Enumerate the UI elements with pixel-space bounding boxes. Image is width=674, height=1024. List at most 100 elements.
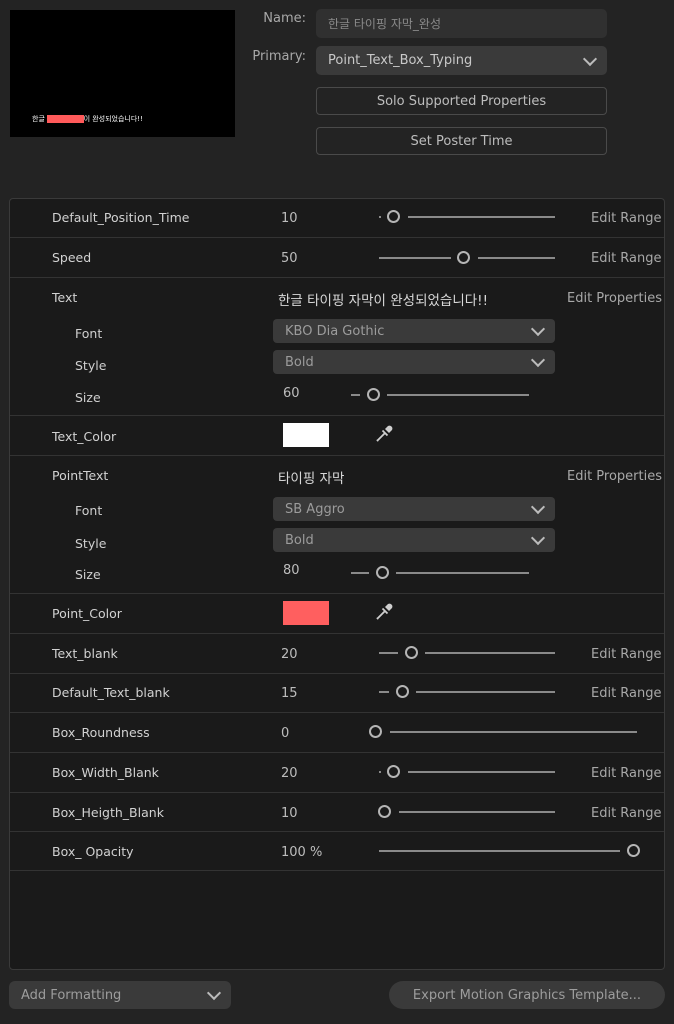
text-blank-slider-track-left[interactable] xyxy=(379,652,398,654)
row-separator xyxy=(10,792,664,793)
solo-supported-properties-button[interactable]: Solo Supported Properties xyxy=(316,87,607,115)
preview-caption-after: 이 완성되었습니다!! xyxy=(83,115,143,123)
speed-value[interactable]: 50 xyxy=(281,251,298,266)
point-color-swatch[interactable] xyxy=(283,601,329,625)
default-position-time-slider-track-left[interactable] xyxy=(379,216,381,218)
set-poster-time-button[interactable]: Set Poster Time xyxy=(316,127,607,155)
preview-caption-highlight: 타이핑 자막 xyxy=(47,115,84,123)
text-blank-slider-knob[interactable] xyxy=(405,646,418,659)
box-heigth-blank-label: Box_Heigth_Blank xyxy=(52,805,164,820)
text-font-dropdown-value: KBO Dia Gothic xyxy=(285,323,385,339)
speed-slider-track-right[interactable] xyxy=(478,257,555,259)
text-font-label: Font xyxy=(75,326,103,341)
row-separator xyxy=(10,752,664,753)
add-formatting-label: Add Formatting xyxy=(21,987,122,1003)
primary-label: Primary: xyxy=(252,49,306,64)
row-separator xyxy=(10,455,664,456)
speed-edit-range[interactable]: Edit Range xyxy=(591,251,662,266)
box-roundness-slider-knob[interactable] xyxy=(369,725,382,738)
box-opacity-label: Box_ Opacity xyxy=(52,844,134,859)
box-heigth-blank-edit-range[interactable]: Edit Range xyxy=(591,806,662,821)
chevron-down-icon xyxy=(530,530,546,546)
default-position-time-label: Default_Position_Time xyxy=(52,210,190,225)
text-style-dropdown[interactable]: Bold xyxy=(273,350,555,374)
speed-slider-knob[interactable] xyxy=(457,251,470,264)
text-size-slider-knob[interactable] xyxy=(367,388,380,401)
default-position-time-slider-track[interactable] xyxy=(408,216,555,218)
default-text-blank-value[interactable]: 15 xyxy=(281,686,298,701)
point-text-style-dropdown[interactable]: Bold xyxy=(273,528,555,552)
point-text-font-dropdown[interactable]: SB Aggro xyxy=(273,497,555,521)
default-position-time-value[interactable]: 10 xyxy=(281,211,298,226)
eyedropper-icon[interactable] xyxy=(374,424,394,444)
primary-dropdown[interactable]: Point_Text_Box_Typing xyxy=(316,46,607,75)
row-separator xyxy=(10,633,664,634)
speed-label: Speed xyxy=(52,250,92,265)
default-text-blank-slider-track-right[interactable] xyxy=(416,691,555,693)
row-separator xyxy=(10,673,664,674)
box-heigth-blank-slider-knob[interactable] xyxy=(378,805,391,818)
box-width-blank-edit-range[interactable]: Edit Range xyxy=(591,766,662,781)
box-roundness-label: Box_Roundness xyxy=(52,725,150,740)
text-style-dropdown-value: Bold xyxy=(285,354,314,370)
add-formatting-dropdown[interactable]: Add Formatting xyxy=(9,981,231,1009)
export-motion-graphics-template-button[interactable]: Export Motion Graphics Template... xyxy=(389,981,665,1009)
point-text-style-dropdown-value: Bold xyxy=(285,532,314,548)
preview-thumbnail: 한글 타이핑 자막이 완성되었습니다!! xyxy=(10,10,235,137)
box-opacity-slider-knob[interactable] xyxy=(627,844,640,857)
box-width-blank-slider-track-right[interactable] xyxy=(408,771,555,773)
point-text-size-slider-track-left[interactable] xyxy=(351,572,369,574)
point-text-size-slider-knob[interactable] xyxy=(376,566,389,579)
default-position-time-slider-knob[interactable] xyxy=(387,210,400,223)
point-text-size-value[interactable]: 80 xyxy=(283,563,300,578)
point-color-label: Point_Color xyxy=(52,606,122,621)
text-color-swatch[interactable] xyxy=(283,423,329,447)
name-label: Name: xyxy=(263,11,306,26)
text-blank-slider-track-right[interactable] xyxy=(425,652,555,654)
primary-dropdown-value: Point_Text_Box_Typing xyxy=(328,53,473,68)
row-separator xyxy=(10,237,664,238)
preview-caption: 한글 타이핑 자막이 완성되었습니다!! xyxy=(32,114,143,124)
default-text-blank-edit-range[interactable]: Edit Range xyxy=(591,686,662,701)
box-heigth-blank-value[interactable]: 10 xyxy=(281,806,298,821)
box-width-blank-label: Box_Width_Blank xyxy=(52,765,159,780)
point-text-value[interactable]: 타이핑 자막 xyxy=(278,467,344,487)
chevron-down-icon xyxy=(530,499,546,515)
point-text-label: PointText xyxy=(52,468,109,483)
text-edit-properties[interactable]: Edit Properties xyxy=(567,291,662,306)
text-blank-label: Text_blank xyxy=(52,646,118,661)
box-heigth-blank-slider-track[interactable] xyxy=(399,811,555,813)
text-size-slider-track-left[interactable] xyxy=(351,394,360,396)
row-separator xyxy=(10,870,664,871)
text-label: Text xyxy=(52,290,78,305)
point-text-edit-properties[interactable]: Edit Properties xyxy=(567,469,662,484)
point-text-font-dropdown-value: SB Aggro xyxy=(285,501,345,517)
box-roundness-slider-track[interactable] xyxy=(390,731,637,733)
text-font-dropdown[interactable]: KBO Dia Gothic xyxy=(273,319,555,343)
chevron-down-icon xyxy=(530,321,546,337)
box-width-blank-slider-track-left[interactable] xyxy=(379,771,381,773)
text-size-label: Size xyxy=(75,390,101,405)
speed-slider-track-left[interactable] xyxy=(379,257,451,259)
box-opacity-slider-track[interactable] xyxy=(379,850,620,852)
text-size-slider-track-right[interactable] xyxy=(387,394,529,396)
eyedropper-icon[interactable] xyxy=(374,602,394,622)
text-blank-value[interactable]: 20 xyxy=(281,647,298,662)
box-width-blank-value[interactable]: 20 xyxy=(281,766,298,781)
text-style-label: Style xyxy=(75,358,107,373)
name-input-text: 한글 타이핑 자막_완성 xyxy=(328,17,441,31)
name-input[interactable]: 한글 타이핑 자막_완성 xyxy=(316,9,607,38)
point-text-font-label: Font xyxy=(75,503,103,518)
text-blank-edit-range[interactable]: Edit Range xyxy=(591,647,662,662)
box-width-blank-slider-knob[interactable] xyxy=(387,765,400,778)
text-size-value[interactable]: 60 xyxy=(283,386,300,401)
box-roundness-value[interactable]: 0 xyxy=(281,726,289,741)
point-text-size-slider-track-right[interactable] xyxy=(396,572,529,574)
row-separator xyxy=(10,277,664,278)
text-value[interactable]: 한글 타이핑 자막이 완성되었습니다!! xyxy=(278,289,488,309)
default-text-blank-slider-knob[interactable] xyxy=(396,685,409,698)
default-position-time-edit-range[interactable]: Edit Range xyxy=(591,211,662,226)
chevron-down-icon xyxy=(530,352,546,368)
default-text-blank-slider-track-left[interactable] xyxy=(379,691,389,693)
box-opacity-value[interactable]: 100 % xyxy=(281,845,322,860)
